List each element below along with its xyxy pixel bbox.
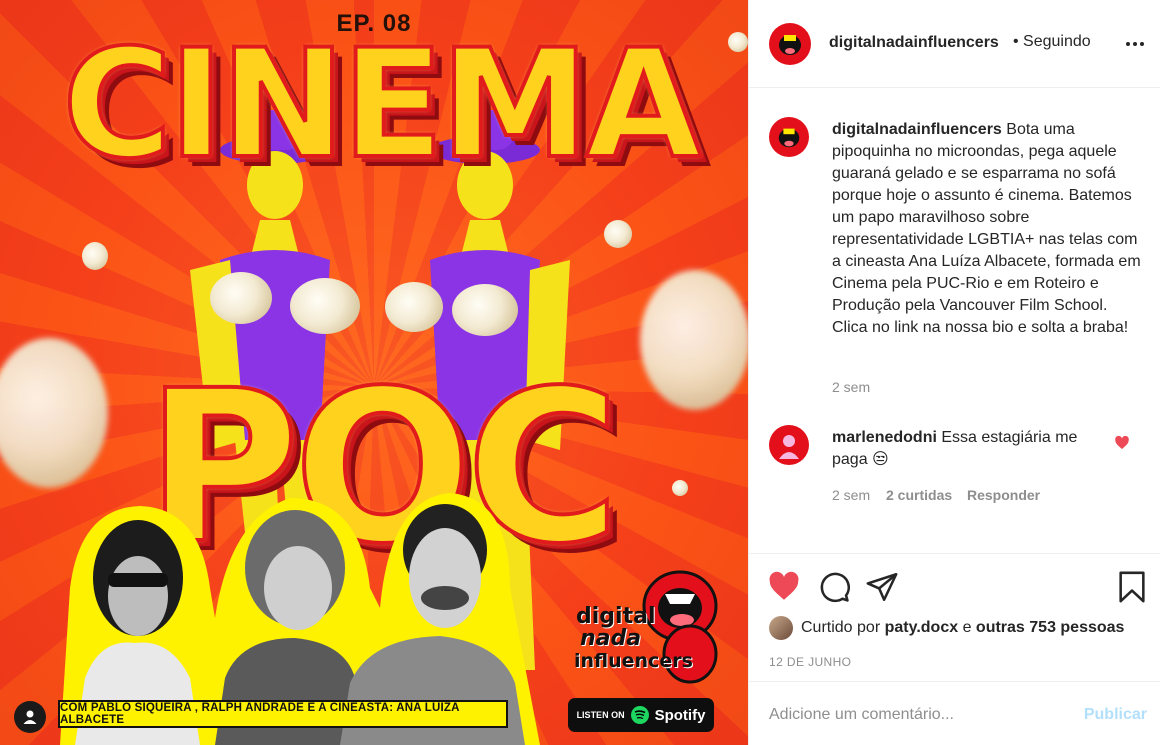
mouth-logo-icon	[779, 35, 801, 55]
popcorn-decoration	[640, 270, 748, 410]
heart-filled-icon[interactable]	[767, 570, 801, 604]
likes-summary: Curtido por paty.docx e outras 753 pesso…	[769, 616, 1124, 640]
account-avatar[interactable]	[769, 23, 811, 65]
liked-by-others[interactable]: outras 753 pessoas	[976, 619, 1125, 636]
brand-word-nada: nada	[580, 626, 642, 651]
comment-composer: Publicar	[749, 681, 1160, 745]
person-avatar-icon	[779, 435, 799, 459]
caption-avatar[interactable]	[769, 117, 809, 157]
popcorn-decoration	[604, 220, 632, 248]
listen-on-label: LISTEN ON	[576, 710, 625, 720]
brand-logo: digital nada influencers	[570, 566, 720, 686]
caption-text: Bota uma pipoquinha no microondas, pega …	[832, 121, 1141, 336]
user-icon	[23, 710, 37, 724]
mouth-logo-icon	[778, 128, 800, 148]
comment-item: marlenedodni Essa estagiária me paga 😒	[832, 427, 1102, 471]
header-username[interactable]: digitalnadainfluencers	[829, 34, 999, 52]
popcorn-decoration	[672, 480, 688, 496]
tagged-users-button[interactable]	[14, 701, 46, 733]
send-icon[interactable]	[865, 570, 899, 604]
brand-word-influencers: influencers	[574, 650, 693, 672]
popcorn-decoration	[0, 338, 108, 488]
listen-on-spotify-badge: LISTEN ON Spotify	[568, 698, 714, 732]
liked-by-conjunction: e	[962, 619, 972, 636]
comment-likes-count[interactable]: 2 curtidas	[886, 487, 952, 503]
comment-icon[interactable]	[817, 570, 851, 604]
comment-like-heart-icon[interactable]	[1114, 435, 1130, 451]
liked-by-username[interactable]: paty.docx	[885, 619, 959, 636]
spotify-icon	[630, 706, 649, 724]
poster-title-cinema: CINEMA	[60, 16, 703, 194]
more-options-button[interactable]	[1125, 34, 1145, 54]
bookmark-icon[interactable]	[1115, 570, 1149, 604]
liked-by-prefix: Curtido por	[801, 619, 881, 636]
credits-strip: COM PABLO SIQUEIRA , RALPH ANDRADE E A C…	[58, 700, 508, 728]
popcorn-decoration	[452, 284, 518, 336]
more-horizontal-icon-dot	[1133, 42, 1137, 46]
following-status[interactable]: • Seguindo	[1013, 33, 1091, 51]
commenter-avatar[interactable]	[769, 425, 809, 465]
reply-button[interactable]: Responder	[967, 487, 1040, 503]
popcorn-decoration	[290, 278, 360, 334]
post-date[interactable]: 12 DE JUNHO	[769, 655, 851, 669]
caption-username[interactable]: digitalnadainfluencers	[832, 121, 1002, 138]
liker-avatar[interactable]	[769, 616, 793, 640]
spotify-wordmark: Spotify	[654, 706, 706, 724]
post-actions: Curtido por paty.docx e outras 753 pesso…	[749, 553, 1160, 681]
add-comment-input[interactable]	[769, 698, 1069, 732]
comment-timestamp[interactable]: 2 sem	[832, 487, 870, 503]
post-details-panel: digitalnadainfluencers • Seguindo digita…	[748, 0, 1160, 745]
post-header: digitalnadainfluencers • Seguindo	[749, 0, 1160, 88]
comment-username[interactable]: marlenedodni	[832, 429, 937, 446]
caption-timestamp[interactable]: 2 sem	[832, 379, 870, 395]
episode-label: EP. 08	[336, 10, 412, 37]
more-horizontal-icon	[1126, 42, 1130, 46]
popcorn-decoration	[385, 282, 443, 332]
popcorn-decoration	[82, 242, 108, 270]
publish-button[interactable]: Publicar	[1084, 706, 1147, 724]
popcorn-decoration	[728, 32, 748, 52]
more-horizontal-icon-dot	[1140, 42, 1144, 46]
popcorn-decoration	[210, 272, 272, 324]
post-caption: digitalnadainfluencers Bota uma pipoquin…	[832, 119, 1142, 339]
post-image[interactable]: EP. 08 CINEMA POC digital nada influence…	[0, 0, 748, 745]
